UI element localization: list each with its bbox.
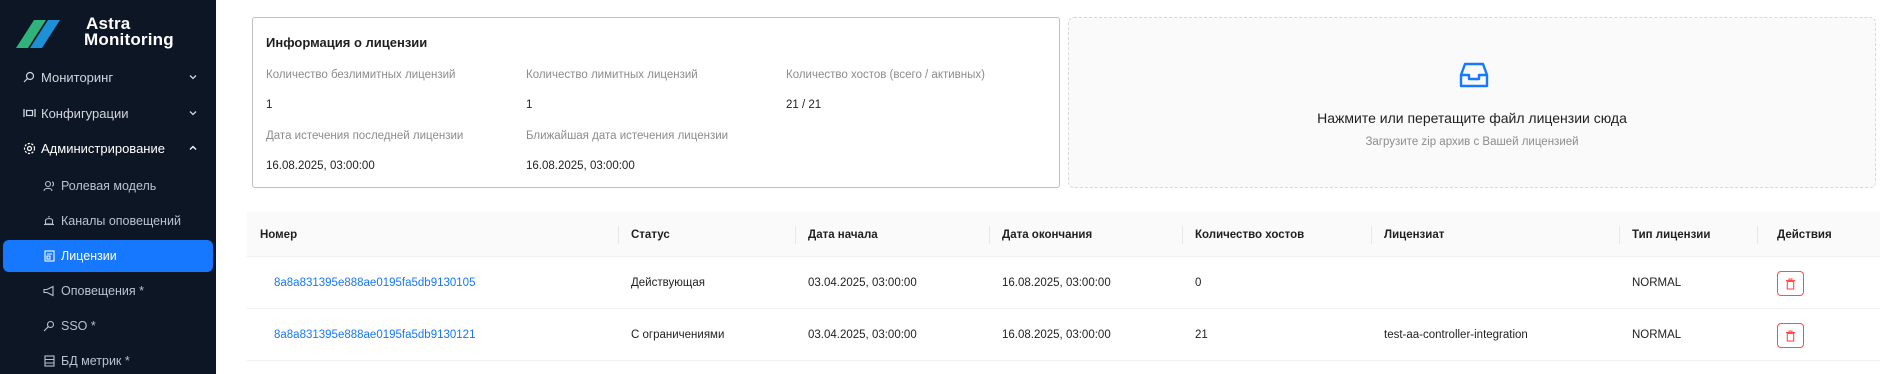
sidebar-subitem-label: БД метрик * <box>61 354 130 368</box>
column-separator <box>1757 226 1758 244</box>
limited-licenses-label: Количество лимитных лицензий <box>526 69 698 81</box>
column-header-number[interactable]: Номер <box>260 212 297 257</box>
hosts-count-label: Количество хостов (всего / активных) <box>786 69 985 81</box>
column-header-status[interactable]: Статус <box>631 212 670 257</box>
sidebar-subitem-label: Ролевая модель <box>61 179 157 193</box>
column-separator <box>1619 226 1620 244</box>
astra-logo-icon <box>16 20 60 48</box>
table-row: 8a8a831395e888ae0195fa5db9130121 С огран… <box>247 309 1880 361</box>
upload-hint: Загрузите zip архив с Вашей лицензией <box>1365 136 1579 148</box>
license-status: С ограничениями <box>631 329 725 341</box>
column-separator <box>1371 226 1372 244</box>
upload-title: Нажмите или перетащите файл лицензии сюд… <box>1317 110 1627 126</box>
license-type: NORMAL <box>1632 329 1682 341</box>
sidebar-item-monitoring[interactable]: Мониторинг <box>0 60 216 94</box>
chevron-up-icon <box>189 145 197 150</box>
license-info-card: Информация о лицензии Количество безлими… <box>252 17 1060 188</box>
sidebar-subitem-licenses[interactable]: Лицензии <box>3 240 213 272</box>
license-licensee: test-aa-controller-integration <box>1384 329 1528 341</box>
delete-button[interactable] <box>1777 323 1804 348</box>
license-end-date: 16.08.2025, 03:00:00 <box>1002 329 1111 341</box>
sidebar-subitem-label: Лицензии <box>61 249 117 263</box>
sidebar-subitem-roles[interactable]: Ролевая модель <box>3 170 213 202</box>
license-end-date: 16.08.2025, 03:00:00 <box>1002 277 1111 289</box>
unlimited-licenses-value: 1 <box>266 99 273 111</box>
sidebar-subitem-metrics-db[interactable]: БД метрик * <box>3 345 213 374</box>
sidebar-subitem-label: Оповещения * <box>61 284 144 298</box>
trash-icon <box>1786 278 1795 290</box>
brand-line2: Monitoring <box>84 30 174 49</box>
sidebar-item-label: Конфигурации <box>41 105 129 121</box>
last-expiry-value: 16.08.2025, 03:00:00 <box>266 160 375 172</box>
column-separator <box>1182 226 1183 244</box>
license-status: Действующая <box>631 277 705 289</box>
sidebar-subitem-channels[interactable]: Каналы оповещений <box>3 205 213 237</box>
megaphone-icon <box>42 284 56 298</box>
nearest-expiry-label: Ближайшая дата истечения лицензии <box>526 130 729 142</box>
column-header-hosts[interactable]: Количество хостов <box>1195 212 1304 257</box>
column-header-license-type[interactable]: Тип лицензии <box>1632 212 1710 257</box>
license-number-link[interactable]: 8a8a831395e888ae0195fa5db9130121 <box>274 309 475 361</box>
monitoring-icon <box>22 70 36 84</box>
delete-button[interactable] <box>1777 271 1804 296</box>
sidebar-item-label: Администрирование <box>41 140 165 156</box>
column-header-end-date[interactable]: Дата окончания <box>1002 212 1092 257</box>
license-start-date: 03.04.2025, 03:00:00 <box>808 329 917 341</box>
license-info-title: Информация о лицензии <box>266 35 428 50</box>
chevron-down-icon <box>189 111 197 116</box>
last-expiry-label: Дата истечения последней лицензии <box>266 130 464 142</box>
trash-icon <box>1786 330 1795 342</box>
bell-icon <box>42 214 56 228</box>
license-hosts: 21 <box>1195 329 1208 341</box>
license-number-link[interactable]: 8a8a831395e888ae0195fa5db9130105 <box>274 257 475 309</box>
sidebar-subitem-sso[interactable]: SSO * <box>3 310 213 342</box>
key-icon <box>42 319 56 333</box>
inbox-icon <box>1459 62 1489 88</box>
brand-name: Astra Monitoring <box>84 15 174 49</box>
nearest-expiry-value: 16.08.2025, 03:00:00 <box>526 160 635 172</box>
sidebar-subitem-notifications[interactable]: Оповещения * <box>3 275 213 307</box>
users-icon <box>42 179 56 193</box>
chevron-down-icon <box>189 75 197 80</box>
table-header: Номер Статус Дата начала Дата окончания … <box>247 212 1880 257</box>
column-header-licensee[interactable]: Лицензиат <box>1384 212 1444 257</box>
license-start-date: 03.04.2025, 03:00:00 <box>808 277 917 289</box>
license-hosts: 0 <box>1195 277 1202 289</box>
brand-logo[interactable]: Astra Monitoring <box>16 14 174 50</box>
license-type: NORMAL <box>1632 277 1682 289</box>
column-separator <box>618 226 619 244</box>
database-icon <box>42 354 56 368</box>
column-separator <box>989 226 990 244</box>
column-header-start-date[interactable]: Дата начала <box>808 212 878 257</box>
column-separator <box>795 226 796 244</box>
license-icon <box>42 249 56 263</box>
limited-licenses-value: 1 <box>526 99 533 111</box>
sidebar-item-label: Мониторинг <box>41 69 114 85</box>
sidebar-subitem-label: SSO * <box>61 319 96 333</box>
sidebar: Astra Monitoring Мониторинг Конфигурации… <box>0 0 216 374</box>
sidebar-subitem-label: Каналы оповещений <box>61 214 181 228</box>
sidebar-item-configurations[interactable]: Конфигурации <box>0 96 216 130</box>
unlimited-licenses-label: Количество безлимитных лицензий <box>266 69 456 81</box>
hosts-count-value: 21 / 21 <box>786 99 822 111</box>
column-header-actions: Действия <box>1777 228 1832 241</box>
license-upload-dropzone[interactable]: Нажмите или перетащите файл лицензии сюд… <box>1068 17 1876 188</box>
sidebar-item-administration[interactable]: Администрирование <box>0 131 216 165</box>
table-row: 8a8a831395e888ae0195fa5db9130105 Действу… <box>247 257 1880 309</box>
config-icon <box>22 106 36 120</box>
gear-icon <box>22 141 36 155</box>
